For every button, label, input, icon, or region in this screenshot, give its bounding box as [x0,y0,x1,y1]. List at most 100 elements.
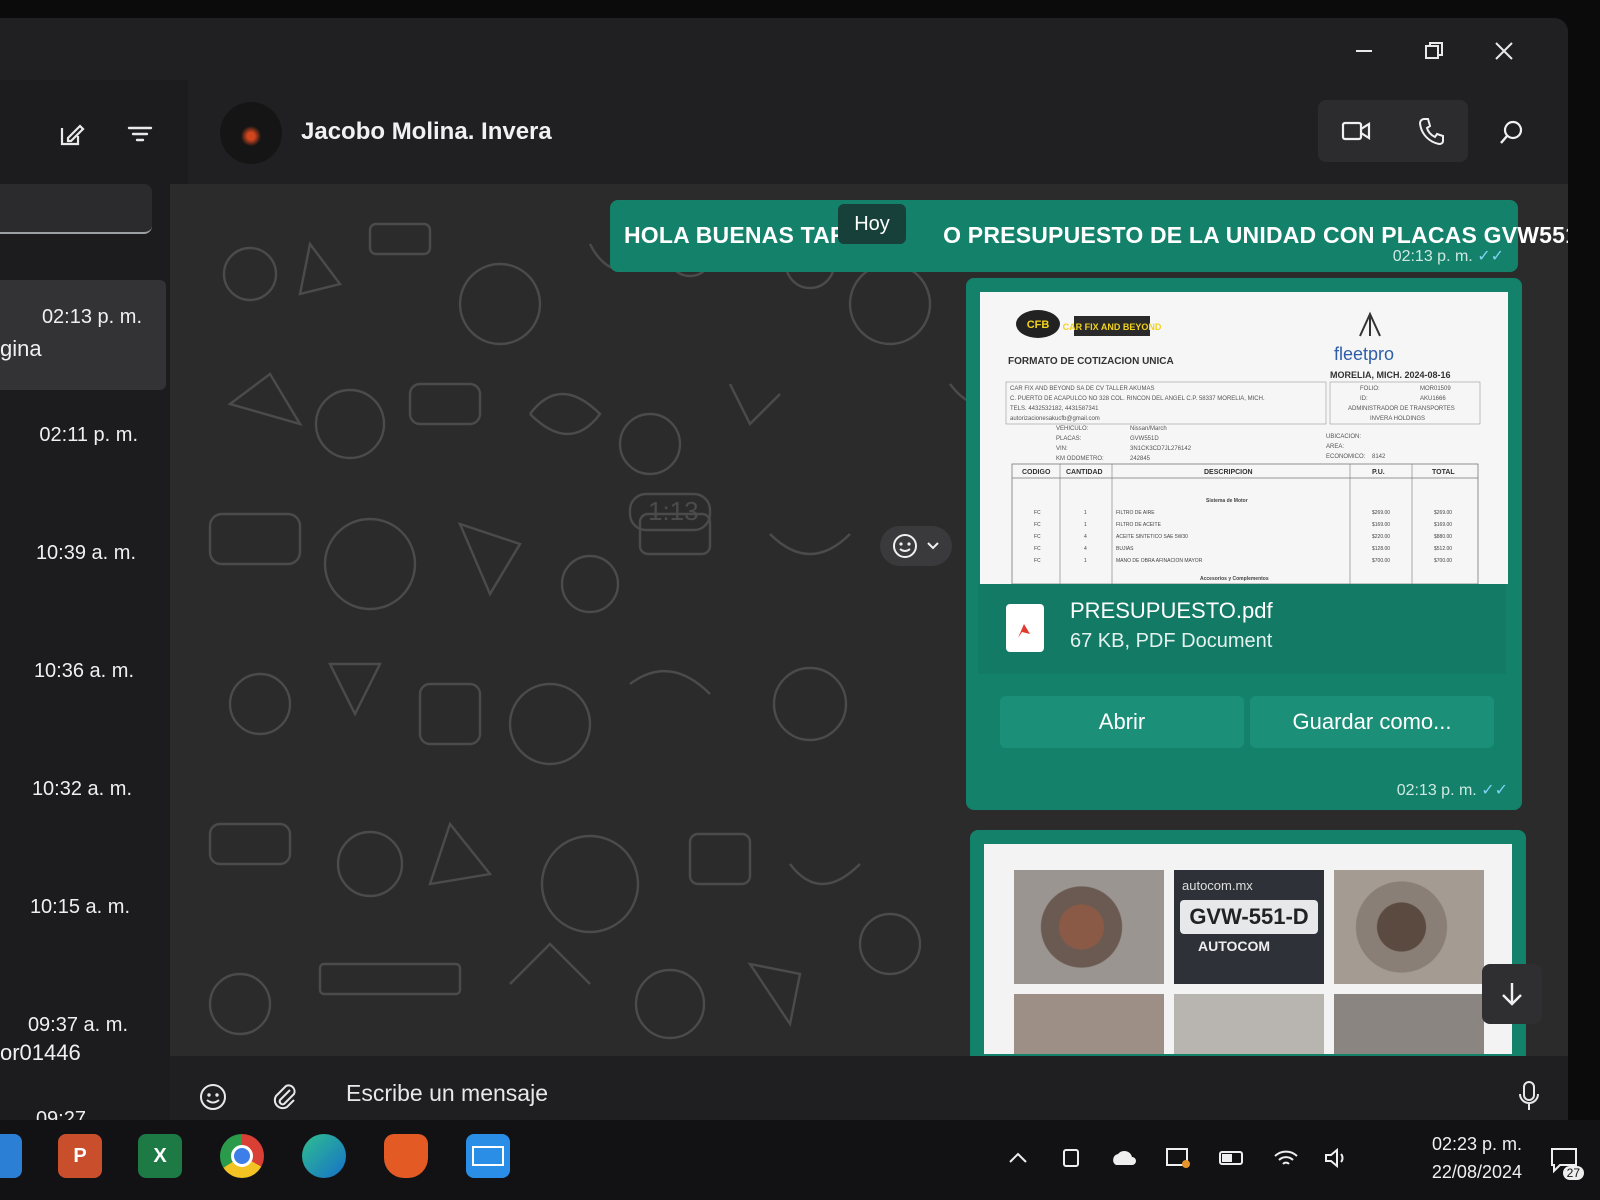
svg-text:UBICACION:: UBICACION: [1326,434,1361,440]
maximize-button[interactable] [1414,36,1454,66]
svg-text:1: 1 [1084,522,1087,528]
filter-icon [127,126,153,142]
svg-text:AREA:: AREA: [1326,444,1344,450]
svg-text:autorizacionesakucfb@gmail.com: autorizacionesakucfb@gmail.com [1010,416,1100,422]
svg-text:FC: FC [1034,522,1041,528]
svg-text:AKU1666: AKU1666 [1420,396,1446,402]
scroll-down-button[interactable] [1482,964,1542,1024]
pdf-preview[interactable]: CFB CAR FIX AND BEYOND fleetpro FORMATO … [980,292,1508,584]
attach-button[interactable] [270,1082,300,1117]
clock-time: 02:23 p. m. [1431,1134,1522,1154]
date-separator: Hoy [838,204,906,244]
search-chats-input[interactable] [0,184,152,234]
reaction-button[interactable] [880,526,952,566]
svg-text:$512.00: $512.00 [1434,546,1452,552]
photo-brake-drum[interactable] [1334,870,1484,984]
photo-wheel[interactable] [1334,994,1484,1054]
edge-app[interactable] [302,1134,346,1178]
chat-time: 02:11 p. m. [39,424,138,446]
photo-album-message[interactable]: autocom.mx GVW-551-D AUTOCOM [970,830,1526,1056]
chat-item[interactable]: 10:15 a. m. [0,870,166,980]
svg-text:ADMINISTRADOR DE TRANSPORTES: ADMINISTRADOR DE TRANSPORTES [1348,406,1455,412]
svg-text:$700.00: $700.00 [1372,558,1390,564]
emoji-button[interactable] [198,1082,228,1117]
photo-hub[interactable] [1014,994,1164,1054]
voice-call-button[interactable] [1393,100,1468,162]
save-as-button[interactable]: Guardar como... [1250,696,1494,748]
file-info-row[interactable]: PRESUPUESTO.pdf 67 KB, PDF Document [978,584,1506,674]
svg-text:FC: FC [1034,510,1041,516]
svg-text:1: 1 [1084,510,1087,516]
filter-button[interactable] [122,116,158,152]
meet-icon[interactable] [1058,1146,1086,1170]
outgoing-message[interactable]: HOLA BUENAS TARDE O PRESUPUESTO DE LA UNI… [610,200,1568,272]
mail-app[interactable] [466,1134,510,1178]
avatar[interactable] [220,102,282,164]
message-meta: 02:13 p. m. ✓✓ [1397,780,1508,800]
chat-item[interactable]: 09:37 a. m. or01446 [0,988,166,1098]
onedrive-icon[interactable] [1110,1146,1138,1170]
svg-text:ECONOMICO:: ECONOMICO: [1326,454,1366,460]
photo-grid[interactable]: autocom.mx GVW-551-D AUTOCOM [984,844,1512,1054]
svg-text:ACEITE SINTETICO SAE 5W30: ACEITE SINTETICO SAE 5W30 [1116,534,1188,540]
chat-item[interactable]: 10:32 a. m. [0,752,166,862]
minimize-button[interactable] [1344,36,1384,66]
search-icon [1500,120,1523,144]
message-input[interactable]: Escribe un mensaje [346,1080,548,1107]
close-button[interactable] [1484,36,1524,66]
chat-time: 10:36 a. m. [33,660,134,682]
voice-message-button[interactable] [1518,1080,1540,1117]
double-check-icon: ✓✓ [1481,782,1508,799]
show-hidden-icons-button[interactable] [1004,1146,1032,1170]
chat-item[interactable]: 02:13 p. m. gina [0,280,166,390]
pdf-icon [1006,604,1044,652]
document-message[interactable]: CFB CAR FIX AND BEYOND fleetpro FORMATO … [966,278,1522,810]
phone-icon [1418,118,1444,145]
microphone-icon [1519,1081,1539,1110]
conversation-area[interactable]: 1:13 HOLA BUENAS TARDE O PRESUPUESTO DE L… [170,184,1568,1056]
display-icon[interactable] [1164,1146,1192,1170]
new-chat-button[interactable] [54,116,90,152]
video-call-button[interactable] [1318,100,1393,162]
emoji-icon [200,1084,226,1110]
svg-text:FOLIO:: FOLIO: [1360,386,1380,392]
photo-license-plate[interactable]: autocom.mx GVW-551-D AUTOCOM [1174,870,1324,984]
chat-item[interactable]: 10:39 a. m. [0,516,166,626]
system-clock[interactable]: 02:23 p. m. 22/08/2024 [1432,1130,1522,1186]
photo-underbody[interactable] [1174,994,1324,1054]
message-text-end: O PRESUPUESTO DE LA UNIDAD CON PLACAS GV… [943,222,1568,248]
section-title: Sistema de Motor [1206,498,1248,504]
brave-app[interactable] [384,1134,428,1178]
chrome-app[interactable] [220,1134,264,1178]
close-icon [1495,42,1513,60]
svg-text:VEHICULO:: VEHICULO: [1056,426,1089,432]
restore-icon [1425,42,1443,59]
arrow-down-icon [1502,983,1522,1006]
notification-button[interactable]: 27 [1546,1140,1586,1180]
contact-name[interactable]: Jacobo Molina. Invera [301,118,552,146]
svg-text:BUJIAS: BUJIAS [1116,546,1134,552]
svg-text:FILTRO DE AIRE: FILTRO DE AIRE [1116,510,1155,516]
svg-text:ID:: ID: [1360,396,1368,402]
chat-item[interactable]: 10:36 a. m. [0,634,166,744]
excel-icon: X [153,1144,167,1167]
svg-text:$128.00: $128.00 [1372,546,1390,552]
battery-icon[interactable] [1218,1146,1246,1170]
photo-brake-disc[interactable] [1014,870,1164,984]
paperclip-icon [273,1084,296,1110]
volume-icon[interactable] [1322,1146,1350,1170]
svg-text:FILTRO DE ACEITE: FILTRO DE ACEITE [1116,522,1162,528]
table-header: P.U. [1372,469,1385,476]
file-info: 67 KB, PDF Document [1070,630,1273,652]
table-header: DESCRIPCION [1204,469,1253,476]
wifi-icon[interactable] [1272,1146,1300,1170]
svg-text:KM ODOMETRO:: KM ODOMETRO: [1056,456,1104,462]
chat-item[interactable]: 02:11 p. m. [0,398,166,508]
search-conversation-button[interactable] [1496,116,1528,148]
powerpoint-app[interactable]: P [58,1134,102,1178]
excel-app[interactable]: X [138,1134,182,1178]
open-file-button[interactable]: Abrir [1000,696,1244,748]
video-camera-icon [1341,121,1370,141]
start-button[interactable] [0,1134,22,1178]
double-check-icon: ✓✓ [1477,248,1504,265]
